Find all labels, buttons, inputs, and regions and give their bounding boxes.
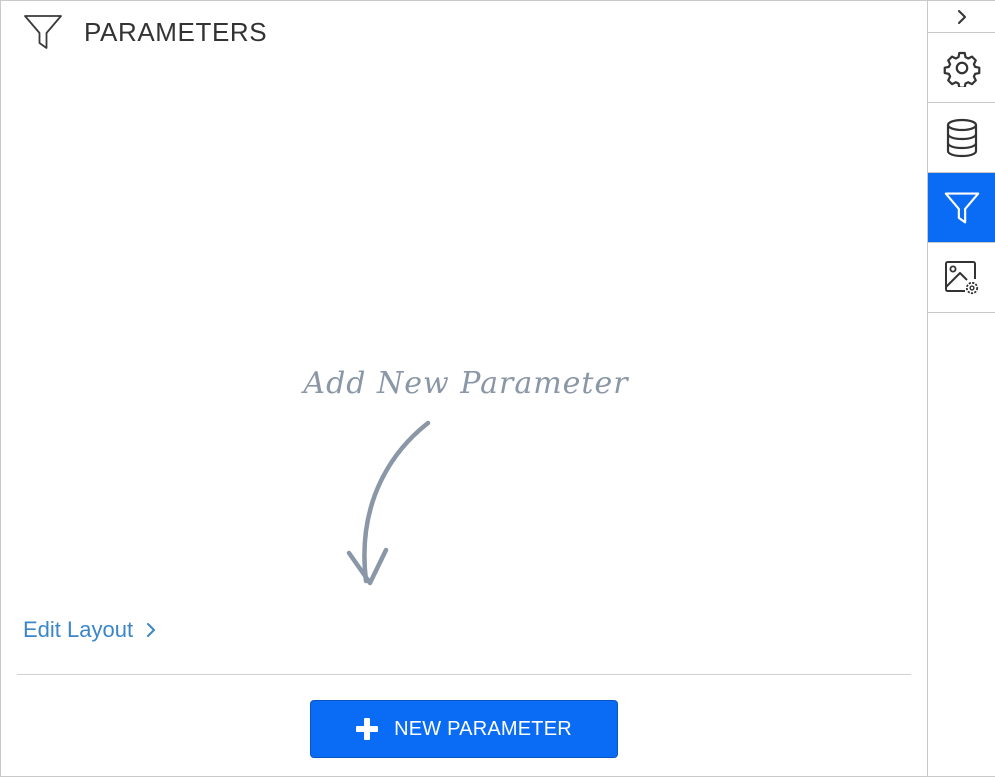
plus-icon bbox=[356, 718, 379, 740]
edit-layout-label: Edit Layout bbox=[23, 617, 134, 642]
chevron-right-icon bbox=[147, 623, 156, 637]
new-parameter-button[interactable]: NEW PARAMETER bbox=[310, 700, 618, 758]
filter-icon bbox=[24, 15, 62, 49]
hint-text: Add New Parameter bbox=[301, 366, 629, 401]
page-title: PARAMETERS bbox=[84, 17, 268, 47]
parameters-panel: PARAMETERS Add New Parameter Edit Layout… bbox=[1, 1, 927, 776]
tab-data[interactable] bbox=[928, 103, 995, 173]
new-parameter-label: NEW PARAMETER bbox=[394, 717, 572, 740]
add-parameter-hint: Add New Parameter bbox=[300, 353, 641, 593]
tab-filter[interactable] bbox=[928, 173, 995, 243]
tab-settings[interactable] bbox=[928, 33, 995, 103]
hint-arrow-icon: Add New Parameter bbox=[300, 366, 629, 586]
image-settings-icon bbox=[944, 260, 978, 294]
database-icon bbox=[946, 118, 977, 157]
tab-image-settings[interactable] bbox=[928, 243, 995, 313]
gear-icon bbox=[943, 51, 980, 87]
chevron-right-icon bbox=[957, 9, 966, 24]
edit-layout-link[interactable]: Edit Layout bbox=[23, 615, 157, 645]
panel-header: PARAMETERS bbox=[1, 1, 927, 61]
divider bbox=[17, 674, 911, 675]
filter-icon bbox=[944, 192, 979, 223]
right-sidebar bbox=[927, 1, 995, 776]
collapse-sidebar-button[interactable] bbox=[928, 1, 995, 33]
parameters-window: PARAMETERS Add New Parameter Edit Layout… bbox=[0, 0, 995, 777]
